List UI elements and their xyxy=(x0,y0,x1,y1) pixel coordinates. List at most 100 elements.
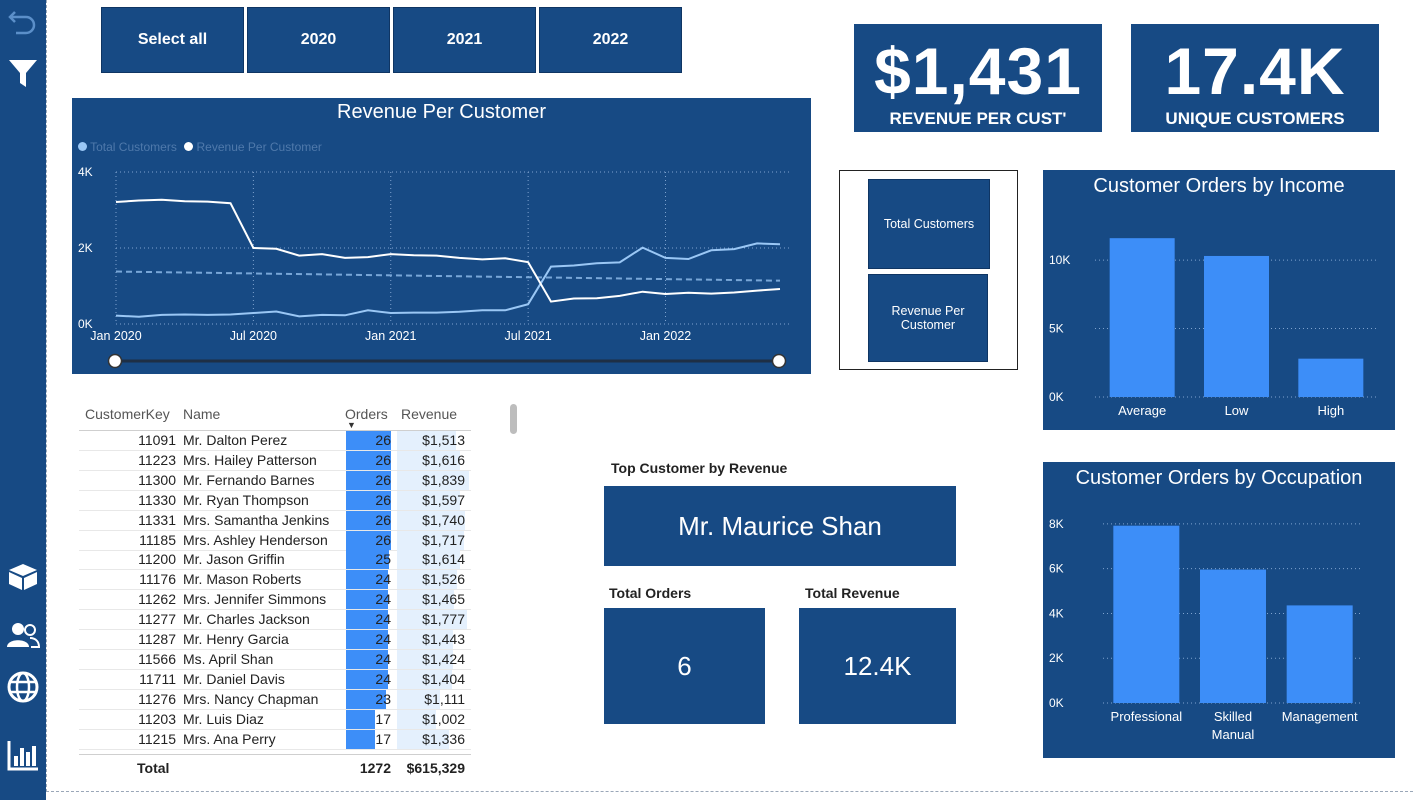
cell-name: Mr. Luis Diaz xyxy=(183,710,264,727)
cell-revenue: $1,404 xyxy=(422,670,465,687)
table-scrollbar[interactable] xyxy=(510,404,517,434)
cell-revenue: $1,614 xyxy=(422,551,465,568)
cell-orders: 23 xyxy=(375,690,391,707)
cell-customerkey: 11331 xyxy=(138,511,176,528)
cell-revenue: $1,465 xyxy=(422,591,465,608)
bar-management xyxy=(1286,605,1353,703)
chart-title: Customer Orders by Income xyxy=(1093,175,1344,197)
table-total-row: Total 1272 $615,329 xyxy=(79,754,471,781)
cell-orders: 26 xyxy=(375,511,391,528)
range-slider-start-handle[interactable] xyxy=(107,353,123,369)
table-row[interactable]: 11566 Ms. April Shan 24 $1,424 xyxy=(79,649,471,670)
table-row[interactable]: 11277 Mr. Charles Jackson 24 $1,777 xyxy=(79,610,471,631)
undo-icon[interactable] xyxy=(6,6,40,40)
kpi-label: UNIQUE CUSTOMERS xyxy=(1165,109,1345,128)
toggle-revenue-per-customer[interactable]: Revenue Per Customer xyxy=(868,274,988,362)
total-revenue: $615,329 xyxy=(406,760,465,776)
cell-name: Mr. Charles Jackson xyxy=(183,611,310,628)
cell-revenue: $1,740 xyxy=(422,511,465,528)
cell-customerkey: 11203 xyxy=(138,710,176,727)
table-row[interactable]: 11276 Mrs. Nancy Chapman 23 $1,111 xyxy=(79,689,471,710)
cell-orders: 26 xyxy=(375,491,391,508)
top-customer-name: Mr. Maurice Shan xyxy=(678,510,882,541)
cell-orders: 24 xyxy=(375,591,391,608)
canvas-border xyxy=(46,0,47,792)
cell-orders: 24 xyxy=(375,611,391,628)
sort-desc-icon[interactable]: ▼ xyxy=(347,421,356,430)
table-row[interactable]: 11200 Mr. Jason Griffin 25 $1,614 xyxy=(79,550,471,571)
table-row[interactable]: 11262 Mrs. Jennifer Simmons 24 $1,465 xyxy=(79,590,471,611)
table-row[interactable]: 11330 Mr. Ryan Thompson 26 $1,597 xyxy=(79,490,471,511)
table-row[interactable]: 11711 Mr. Daniel Davis 24 $1,404 xyxy=(79,669,471,690)
kpi-value: $1,431 xyxy=(874,34,1082,108)
slicer-2022[interactable]: 2022 xyxy=(539,7,682,73)
total-orders-label: Total Orders xyxy=(609,585,692,601)
cell-name: Mr. Mason Roberts xyxy=(183,571,302,588)
cell-name: Mr. Henry Garcia xyxy=(183,631,289,647)
col-header-revenue[interactable]: Revenue xyxy=(401,402,457,426)
slicer-2021[interactable]: 2021 xyxy=(393,7,536,73)
toggle-total-customers[interactable]: Total Customers xyxy=(868,179,990,269)
globe-icon[interactable] xyxy=(6,670,40,704)
cell-name: Mr. Ryan Thompson xyxy=(183,491,309,508)
cell-orders: 24 xyxy=(375,571,391,588)
slicer-select-all[interactable]: Select all xyxy=(101,7,244,73)
cell-customerkey: 11176 xyxy=(139,571,176,588)
cell-name: Mrs. Nancy Chapman xyxy=(183,690,319,707)
table-row[interactable]: 11331 Mrs. Samantha Jenkins 26 $1,740 xyxy=(79,510,471,531)
total-revenue-value: 12.4K xyxy=(843,650,912,681)
cell-customerkey: 11300 xyxy=(138,471,176,488)
line-chart: 4K2K0KJan 2020 Jul 2020 Jan 2021 Jul 2021 Ja… xyxy=(78,165,790,369)
filter-icon[interactable] xyxy=(6,56,40,90)
table-row[interactable]: 11300 Mr. Fernando Barnes 26 $1,839 xyxy=(79,470,471,491)
x-tick-label: Jan 2021 xyxy=(365,329,416,343)
bar-professional xyxy=(1113,525,1180,703)
sidebar xyxy=(0,0,46,800)
cell-orders: 17 xyxy=(375,730,391,747)
cell-customerkey: 11287 xyxy=(138,631,176,647)
table-row[interactable]: 11223 Mrs. Hailey Patterson 26 $1,616 xyxy=(79,450,471,471)
kpi-value: 17.4K xyxy=(1164,34,1346,108)
cell-customerkey: 11277 xyxy=(138,611,176,628)
table-row[interactable]: 11287 Mr. Henry Garcia 24 $1,443 xyxy=(79,630,471,650)
y-tick-label: 8K xyxy=(1049,517,1064,531)
table-row[interactable]: 11215 Mrs. Ana Perry 17 $1,336 xyxy=(79,729,471,750)
x-tick-label: Professional xyxy=(1111,709,1183,724)
cell-orders: 26 xyxy=(375,471,391,488)
customer-table: CustomerKey Name Orders ▼ Revenue 11091 M… xyxy=(79,400,519,782)
box-icon[interactable] xyxy=(6,560,40,594)
cell-customerkey: 11200 xyxy=(138,551,176,568)
orders-by-income-visual: Customer Orders by Income 10K 5K 0K Average L… xyxy=(1043,170,1395,430)
cell-orders: 26 xyxy=(375,451,391,468)
y-tick-label: 4K xyxy=(78,165,93,179)
slicer-2020[interactable]: 2020 xyxy=(247,7,390,73)
top-customer-title: Top Customer by Revenue xyxy=(611,460,788,476)
revenue-per-customer-visual: Revenue Per Customer Total Customers Rev… xyxy=(72,98,811,374)
cell-customerkey: 11330 xyxy=(138,491,176,508)
users-icon[interactable] xyxy=(6,618,41,652)
col-header-customerkey[interactable]: CustomerKey xyxy=(85,402,170,426)
table-row[interactable]: 11091 Mr. Dalton Perez 26 $1,513 xyxy=(79,431,471,451)
bar-chart-icon[interactable] xyxy=(6,738,40,772)
x-tick-label: Average xyxy=(1118,403,1166,418)
col-header-name[interactable]: Name xyxy=(183,402,220,426)
total-label: Total xyxy=(137,760,170,776)
cell-revenue: $1,336 xyxy=(422,730,465,747)
cell-customerkey: 11711 xyxy=(139,670,176,687)
table-row[interactable]: 11185 Mrs. Ashley Henderson 26 $1,717 xyxy=(79,530,471,551)
measure-toggle: Total Customers Revenue Per Customer xyxy=(839,170,1018,370)
cell-customerkey: 11276 xyxy=(138,690,176,707)
cell-orders: 24 xyxy=(375,631,391,647)
cell-revenue: $1,443 xyxy=(422,631,465,647)
table-row[interactable]: 11203 Mr. Luis Diaz 17 $1,002 xyxy=(79,709,471,730)
cell-orders: 24 xyxy=(375,670,391,687)
cell-name: Mrs. Ana Perry xyxy=(183,730,276,747)
cell-orders: 26 xyxy=(375,432,391,448)
range-slider-end-handle[interactable] xyxy=(771,353,787,369)
table-row[interactable]: 11176 Mr. Mason Roberts 24 $1,526 xyxy=(79,570,471,591)
income-bar-chart: Customer Orders by Income 10K 5K 0K Average L… xyxy=(1049,175,1378,418)
cell-revenue: $1,424 xyxy=(422,650,465,667)
orders-by-occupation-visual: Customer Orders by Occupation 8K 6K 4K 2K 0K P… xyxy=(1043,462,1395,758)
cell-revenue: $1,777 xyxy=(422,611,465,628)
x-tick-label: Manual xyxy=(1212,727,1255,742)
